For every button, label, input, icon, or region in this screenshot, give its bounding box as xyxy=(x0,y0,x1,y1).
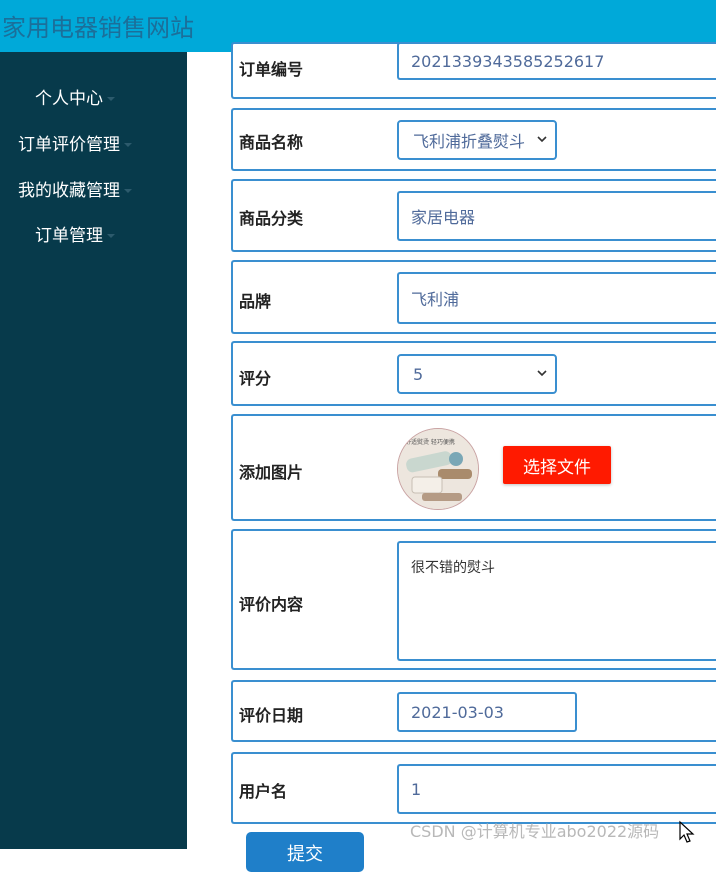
category-input[interactable]: 家居电器 xyxy=(397,191,716,241)
sidebar-item-label: 我的收藏管理 xyxy=(18,181,120,201)
sidebar-item-personal-center[interactable]: 个人中心 xyxy=(0,84,150,109)
rating-label: 评分 xyxy=(239,369,272,388)
username-input[interactable]: 1 xyxy=(397,764,716,814)
order-no-label: 订单编号 xyxy=(239,60,304,79)
form-row-category: 商品分类 家居电器 xyxy=(231,179,716,252)
rating-value: 5 xyxy=(413,364,424,384)
watermark: CSDN @计算机专业abo2022源码 xyxy=(410,822,660,841)
category-label: 商品分类 xyxy=(239,209,304,228)
form-row-rating: 评分 5 xyxy=(231,341,716,406)
brand-value: 飞利浦 xyxy=(411,290,460,309)
form-row-content: 评价内容 很不错的熨斗 xyxy=(231,529,716,670)
form-row-order-no: 订单编号 2021339343585252617 xyxy=(231,42,716,99)
submit-button[interactable]: 提交 xyxy=(246,832,364,872)
product-name-select[interactable]: 飞利浦折叠熨斗 xyxy=(397,120,557,160)
product-name-value: 飞利浦折叠熨斗 xyxy=(413,132,526,151)
sidebar-item-orders[interactable]: 订单管理 xyxy=(0,221,150,246)
category-value: 家居电器 xyxy=(411,208,476,227)
caret-down-icon xyxy=(107,234,115,238)
brand-input[interactable]: 飞利浦 xyxy=(397,272,716,324)
chevron-down-icon xyxy=(537,136,547,143)
form-row-brand: 品牌 飞利浦 xyxy=(231,260,716,334)
product-thumbnail: 舒适熨烫 轻巧便携 xyxy=(397,428,479,510)
rating-select[interactable]: 5 xyxy=(397,354,557,394)
thumb-caption: 舒适熨烫 轻巧便携 xyxy=(405,438,455,446)
form-row-product-name: 商品名称 飞利浦折叠熨斗 xyxy=(231,108,716,171)
product-image-icon: 舒适熨烫 轻巧便携 xyxy=(398,429,478,509)
product-name-label: 商品名称 xyxy=(239,133,304,152)
image-label: 添加图片 xyxy=(239,463,304,482)
sidebar-item-label: 订单管理 xyxy=(35,226,103,246)
sidebar: 个人中心 订单评价管理 我的收藏管理 订单管理 xyxy=(0,52,187,849)
caret-down-icon xyxy=(107,97,115,101)
content-label: 评价内容 xyxy=(239,595,304,614)
review-date-value: 2021-03-03 xyxy=(411,702,504,722)
sidebar-item-label: 个人中心 xyxy=(35,89,103,109)
choose-file-button[interactable]: 选择文件 xyxy=(503,446,611,484)
caret-down-icon xyxy=(124,189,132,193)
caret-down-icon xyxy=(124,143,132,147)
order-no-input[interactable]: 2021339343585252617 xyxy=(397,42,716,80)
mouse-cursor-icon xyxy=(679,820,695,843)
site-title: 家用电器销售网站 xyxy=(2,14,194,42)
form-row-image: 添加图片 舒适熨烫 轻巧便携 选择文件 xyxy=(231,414,716,521)
date-label: 评价日期 xyxy=(239,706,304,725)
username-label: 用户名 xyxy=(239,782,288,801)
username-value: 1 xyxy=(411,779,422,799)
review-content-value: 很不错的熨斗 xyxy=(411,560,495,576)
review-date-input[interactable]: 2021-03-03 xyxy=(397,692,577,732)
sidebar-item-label: 订单评价管理 xyxy=(18,135,120,155)
form-row-username: 用户名 1 xyxy=(231,752,716,824)
order-no-value: 2021339343585252617 xyxy=(411,51,605,71)
form-row-date: 评价日期 2021-03-03 xyxy=(231,680,716,742)
sidebar-item-favorites[interactable]: 我的收藏管理 xyxy=(0,176,150,201)
review-content-textarea[interactable]: 很不错的熨斗 xyxy=(397,541,716,661)
sidebar-item-order-review[interactable]: 订单评价管理 xyxy=(0,130,150,155)
chevron-down-icon xyxy=(537,370,547,377)
main-content: 订单编号 2021339343585252617 商品名称 飞利浦折叠熨斗 商品… xyxy=(187,42,716,872)
brand-label: 品牌 xyxy=(239,292,272,311)
